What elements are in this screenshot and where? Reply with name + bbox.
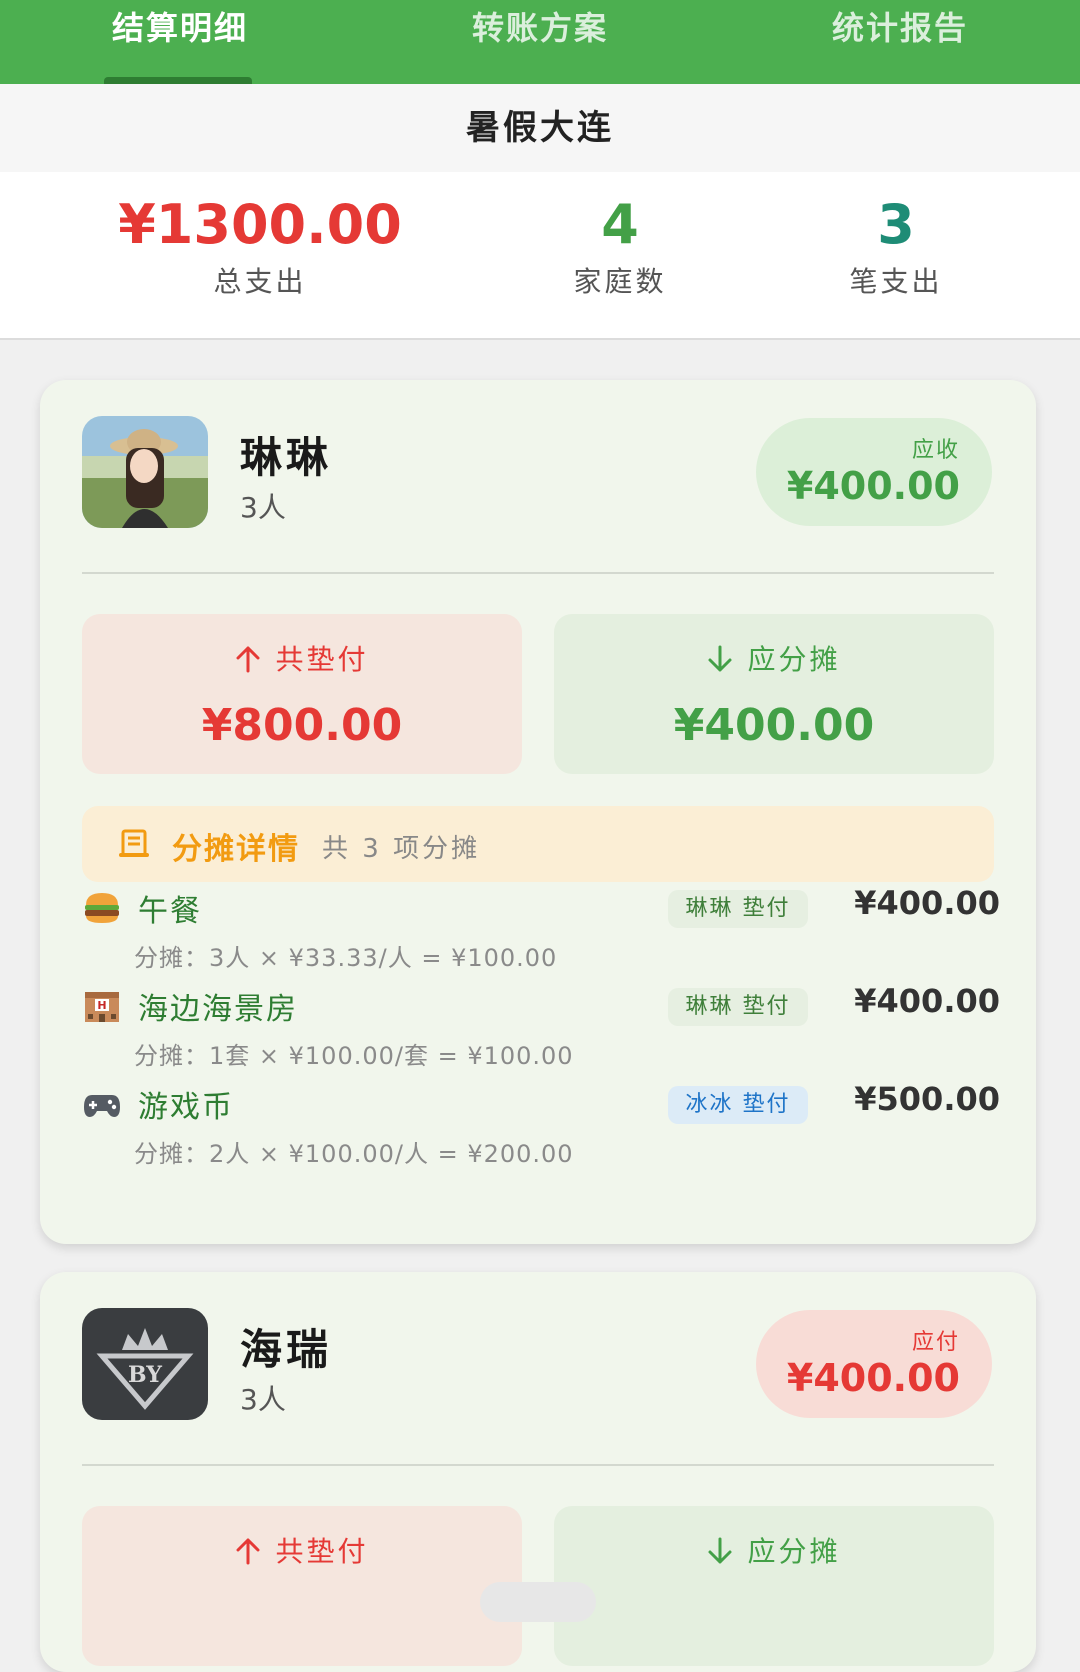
family-name: 琳琳 bbox=[240, 433, 333, 482]
total-advanced-label: 共垫付 bbox=[275, 643, 369, 676]
svg-text:H: H bbox=[97, 999, 106, 1012]
expense-count-label: 笔支出 bbox=[849, 265, 943, 298]
tab-settlement-details[interactable]: 结算明细 bbox=[0, 0, 360, 84]
family-card[interactable]: 琳琳 3人 应收 ¥400.00 共垫付 ¥800.00 应分摊 ¥400.00 bbox=[40, 380, 1036, 1244]
item-split-formula: 分摊：1套 × ¥100.00/套 = ¥100.00 bbox=[134, 1042, 574, 1070]
payer-badge: 冰冰 垫付 bbox=[668, 1086, 808, 1124]
divider bbox=[82, 572, 994, 574]
summary-panel: ¥1300.00 总支出 4 家庭数 3 笔支出 bbox=[0, 172, 1080, 340]
bottom-scroll-handle[interactable] bbox=[480, 1582, 596, 1622]
tab-transfer-plan[interactable]: 转账方案 bbox=[360, 0, 720, 84]
top-tab-bar: 结算明细 转账方案 统计报告 bbox=[0, 0, 1080, 84]
family-members: 3人 bbox=[240, 491, 286, 524]
avatar: BY bbox=[82, 1308, 208, 1420]
list-item[interactable]: H 海边海景房 琳琳 垫付 ¥400.00 分摊：1套 × ¥100.00/套 … bbox=[80, 982, 1000, 1078]
payer-badge: 琳琳 垫付 bbox=[668, 988, 808, 1026]
item-split-formula: 分摊：2人 × ¥100.00/人 = ¥200.00 bbox=[134, 1140, 574, 1168]
share-due-label: 应分摊 bbox=[747, 1535, 841, 1568]
families-value: 4 bbox=[601, 193, 639, 256]
arrow-down-icon bbox=[707, 1536, 733, 1576]
payable-badge: 应付 ¥400.00 bbox=[756, 1310, 992, 1418]
hamburger-icon bbox=[82, 890, 122, 926]
avatar bbox=[82, 416, 208, 528]
family-members: 3人 bbox=[240, 1383, 286, 1416]
tab-statistics-report[interactable]: 统计报告 bbox=[720, 0, 1080, 84]
stat-expense-count: 3 笔支出 bbox=[796, 192, 996, 302]
receivable-label: 应收 bbox=[911, 438, 960, 463]
stat-total-expense: ¥1300.00 总支出 bbox=[110, 192, 410, 302]
share-details-header[interactable]: 分摊详情 共 3 项分摊 bbox=[82, 806, 994, 882]
total-expense-label: 总支出 bbox=[213, 265, 307, 298]
receivable-amount: ¥400.00 bbox=[786, 464, 960, 508]
item-name: 午餐 bbox=[138, 894, 202, 929]
share-due-label: 应分摊 bbox=[747, 643, 841, 676]
receipt-icon bbox=[118, 828, 150, 864]
total-advanced-amount: ¥800.00 bbox=[201, 700, 403, 751]
total-advanced-box: 共垫付 bbox=[82, 1506, 522, 1666]
svg-text:BY: BY bbox=[128, 1362, 162, 1388]
item-name: 海边海景房 bbox=[138, 992, 298, 1027]
share-due-box: 应分摊 ¥400.00 bbox=[554, 614, 994, 774]
share-due-box: 应分摊 bbox=[554, 1506, 994, 1666]
arrow-up-icon bbox=[235, 1536, 261, 1576]
item-name: 游戏币 bbox=[138, 1090, 234, 1125]
list-item[interactable]: 午餐 琳琳 垫付 ¥400.00 分摊：3人 × ¥33.33/人 = ¥100… bbox=[80, 884, 1000, 980]
receivable-badge: 应收 ¥400.00 bbox=[756, 418, 992, 526]
total-advanced-box: 共垫付 ¥800.00 bbox=[82, 614, 522, 774]
item-amount: ¥400.00 bbox=[854, 884, 1000, 922]
payable-amount: ¥400.00 bbox=[786, 1356, 960, 1400]
trip-title: 暑假大连 bbox=[0, 84, 1080, 172]
item-split-formula: 分摊：3人 × ¥33.33/人 = ¥100.00 bbox=[134, 944, 558, 972]
share-due-amount: ¥400.00 bbox=[673, 700, 875, 751]
hotel-icon: H bbox=[82, 988, 122, 1024]
share-details-title: 分摊详情 bbox=[172, 832, 300, 867]
list-item[interactable]: 游戏币 冰冰 垫付 ¥500.00 分摊：2人 × ¥100.00/人 = ¥2… bbox=[80, 1080, 1000, 1176]
divider bbox=[82, 1464, 994, 1466]
families-label: 家庭数 bbox=[573, 265, 667, 298]
payer-badge: 琳琳 垫付 bbox=[668, 890, 808, 928]
gamepad-icon bbox=[82, 1086, 122, 1122]
family-name: 海瑞 bbox=[240, 1325, 333, 1374]
item-amount: ¥400.00 bbox=[854, 982, 1000, 1020]
arrow-up-icon bbox=[235, 644, 261, 684]
expense-count-value: 3 bbox=[877, 193, 915, 256]
total-advanced-label: 共垫付 bbox=[275, 1535, 369, 1568]
active-tab-indicator bbox=[104, 77, 252, 84]
stat-families: 4 家庭数 bbox=[520, 192, 720, 302]
total-expense-value: ¥1300.00 bbox=[118, 193, 402, 256]
arrow-down-icon bbox=[707, 644, 733, 684]
item-amount: ¥500.00 bbox=[854, 1080, 1000, 1118]
share-details-count: 共 3 项分摊 bbox=[322, 834, 481, 864]
payable-label: 应付 bbox=[911, 1330, 960, 1355]
